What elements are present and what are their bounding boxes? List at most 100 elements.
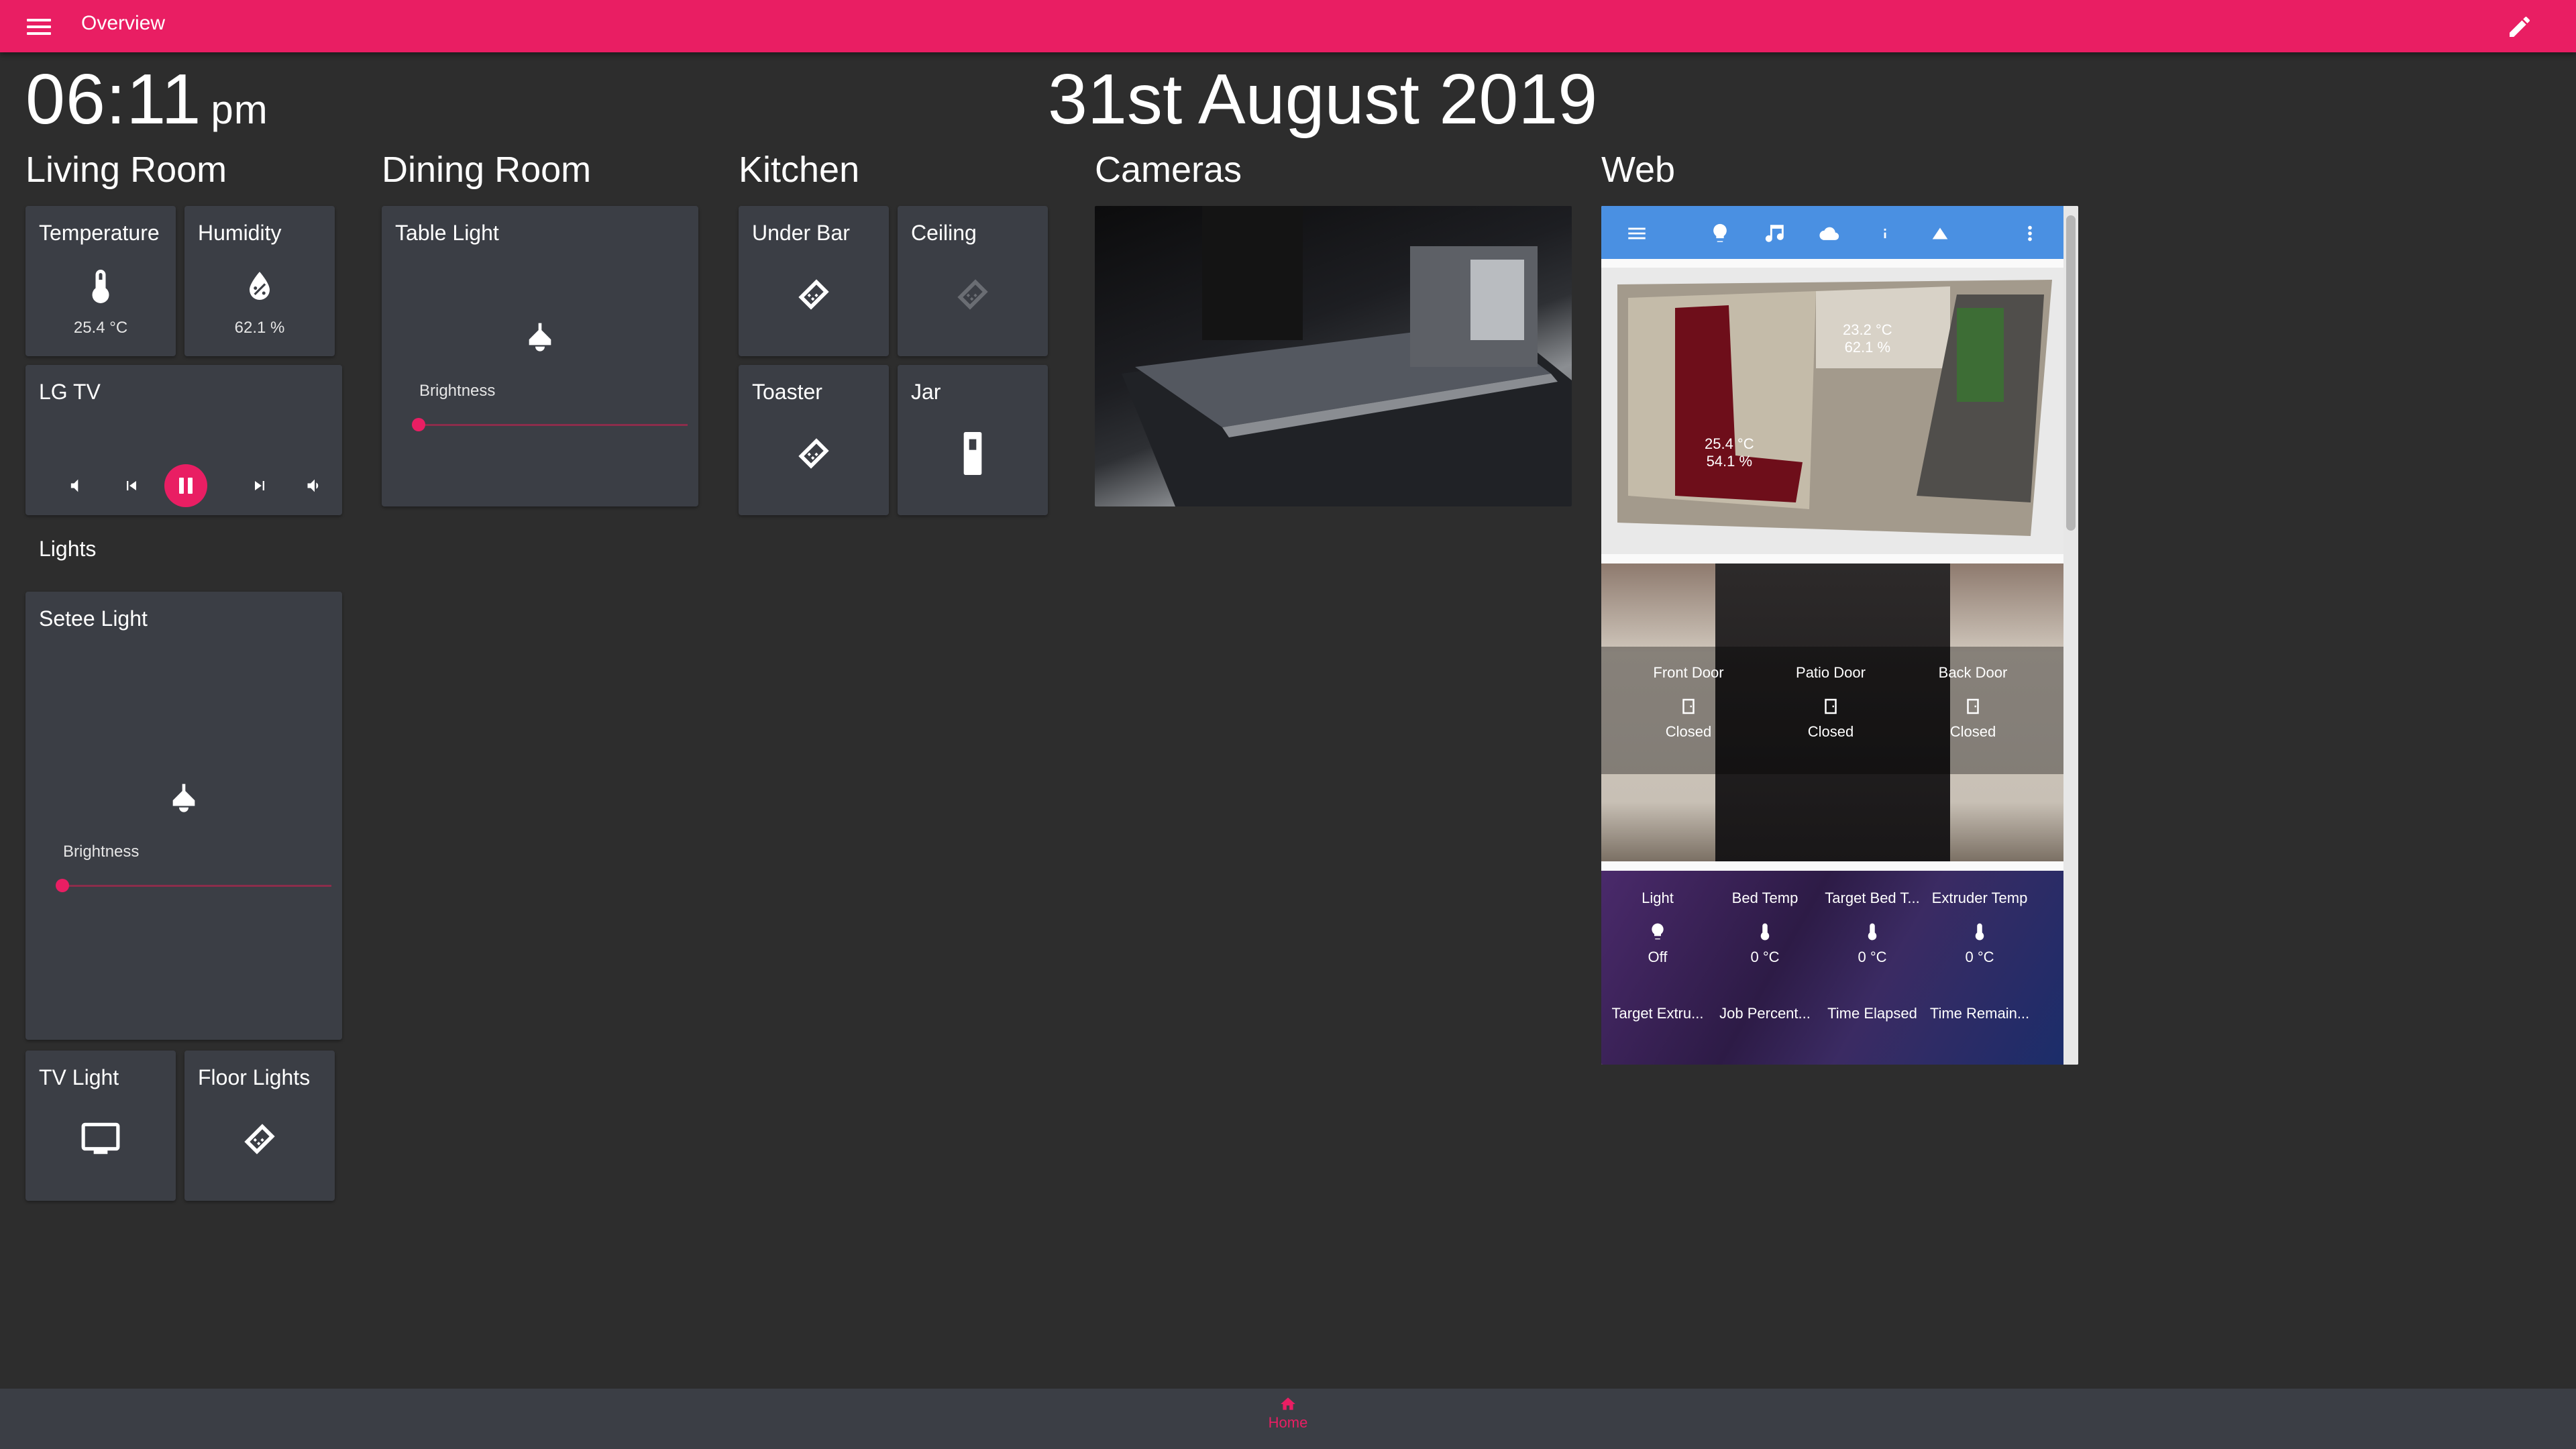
ceiling-light-icon[interactable] bbox=[165, 781, 203, 818]
setee-brightness-label: Brightness bbox=[63, 843, 140, 861]
jar-label: Jar bbox=[911, 380, 941, 404]
tv-light-label: TV Light bbox=[39, 1065, 119, 1089]
downstairs-temperature: 25.4 °C bbox=[1705, 435, 1754, 452]
light-label: Light bbox=[1642, 890, 1674, 906]
printer-3d-icon[interactable] bbox=[1929, 222, 1951, 245]
music-icon[interactable] bbox=[1764, 222, 1786, 245]
temperature-value: 25.4 °C bbox=[73, 319, 128, 337]
target-bed-temp-value: 0 °C bbox=[1858, 949, 1887, 965]
door-closed-icon bbox=[1967, 698, 1979, 714]
thermometer-icon bbox=[1868, 923, 1877, 941]
thermometer-icon bbox=[1760, 923, 1770, 941]
ceiling-light-icon[interactable] bbox=[521, 320, 559, 358]
weather-icon[interactable] bbox=[1819, 222, 1841, 245]
thermometer-icon bbox=[92, 270, 109, 303]
patio-door-label: Patio Door bbox=[1796, 664, 1866, 681]
water-percent-icon bbox=[250, 272, 270, 300]
bed-temp-entity[interactable]: Bed Temp 0 °C bbox=[1711, 890, 1819, 966]
extruder-temp-entity[interactable]: Extruder Temp 0 °C bbox=[1926, 890, 2033, 966]
front-door-state: Closed bbox=[1665, 723, 1712, 740]
setee-light-label: Setee Light bbox=[39, 606, 148, 631]
television-icon bbox=[81, 1122, 120, 1155]
more-vert-icon[interactable] bbox=[2019, 222, 2041, 245]
extruder-temp-value: 0 °C bbox=[1965, 949, 1994, 965]
clock: 06:11 pm bbox=[25, 59, 268, 140]
humidity-sensor-card[interactable]: Humidity 62.1 % bbox=[184, 206, 335, 356]
patio-door-state: Closed bbox=[1807, 723, 1854, 740]
temperature-sensor-card[interactable]: Temperature 25.4 °C bbox=[25, 206, 176, 356]
web-toolbar bbox=[1601, 206, 2063, 259]
back-door-label: Back Door bbox=[1938, 664, 2008, 681]
camera-feed-image[interactable] bbox=[1095, 206, 1572, 506]
ceiling-label: Ceiling bbox=[911, 221, 977, 245]
setee-brightness-track[interactable] bbox=[63, 885, 331, 887]
toaster-card[interactable]: Toaster bbox=[739, 365, 889, 515]
under-bar-card[interactable]: Under Bar bbox=[739, 206, 889, 356]
lights-section-label: Lights bbox=[39, 537, 97, 561]
upstairs-temperature: 23.2 °C bbox=[1843, 321, 1892, 338]
upstairs-climate: 23.2 °C 62.1 % bbox=[1843, 321, 1892, 356]
table-light-card[interactable]: Table Light Brightness bbox=[382, 206, 698, 506]
web-scrollbar[interactable] bbox=[2063, 206, 2078, 1065]
extruder-temp-label: Extruder Temp bbox=[1931, 890, 2028, 906]
web-title: Web bbox=[1601, 150, 1676, 190]
lightbulb-icon[interactable] bbox=[1709, 222, 1731, 245]
media-controls bbox=[25, 464, 342, 507]
switch-icon bbox=[963, 432, 982, 475]
ceiling-card[interactable]: Ceiling bbox=[898, 206, 1048, 356]
table-brightness-track[interactable] bbox=[419, 424, 688, 426]
pencil-icon[interactable] bbox=[2506, 13, 2533, 40]
setee-brightness-slider[interactable] bbox=[56, 879, 69, 892]
target-bed-temp-label: Target Bed T... bbox=[1825, 890, 1920, 906]
floorplan-image[interactable]: 23.2 °C 62.1 % 25.4 °C 54.1 % bbox=[1601, 268, 2063, 554]
jar-card[interactable]: Jar bbox=[898, 365, 1048, 515]
media-player-card[interactable]: LG TV bbox=[25, 365, 342, 515]
upstairs-humidity: 62.1 % bbox=[1844, 339, 1891, 356]
cameras-title: Cameras bbox=[1095, 150, 1242, 190]
target-bed-temp-entity[interactable]: Target Bed T... 0 °C bbox=[1819, 890, 1926, 966]
table-brightness-slider[interactable] bbox=[412, 418, 425, 431]
humidity-value: 62.1 % bbox=[234, 319, 285, 337]
skip-next-icon[interactable] bbox=[250, 476, 269, 495]
downstairs-climate: 25.4 °C 54.1 % bbox=[1705, 435, 1754, 470]
front-door-entity[interactable]: Front Door Closed bbox=[1621, 664, 1756, 741]
floor-lights-card[interactable]: Floor Lights bbox=[184, 1051, 335, 1201]
power-socket-icon bbox=[798, 438, 829, 469]
printer-panel: Light Off Bed Temp 0 °C Target Bed T... … bbox=[1601, 871, 2063, 1065]
pause-button[interactable] bbox=[164, 464, 207, 507]
dining-room-title: Dining Room bbox=[382, 150, 592, 190]
menu-icon[interactable] bbox=[1625, 222, 1648, 245]
time-remaining-entity[interactable]: Time Remain... bbox=[1926, 1005, 2033, 1022]
doors-panel: Front Door Closed Patio Door Closed Back… bbox=[1601, 564, 2063, 861]
tv-light-card[interactable]: TV Light bbox=[25, 1051, 176, 1201]
target-extruder-entity[interactable]: Target Extru... bbox=[1604, 1005, 1711, 1022]
camera-scene bbox=[1122, 206, 1572, 506]
back-door-entity[interactable]: Back Door Closed bbox=[1906, 664, 2040, 741]
patio-door-entity[interactable]: Patio Door Closed bbox=[1764, 664, 1898, 741]
power-socket-icon bbox=[798, 279, 829, 310]
app-header: Overview bbox=[0, 0, 2576, 52]
clock-ampm: pm bbox=[211, 87, 268, 132]
skip-previous-icon[interactable] bbox=[122, 476, 141, 495]
clock-time: 06:11 bbox=[25, 60, 202, 139]
info-icon[interactable] bbox=[1874, 222, 1896, 245]
web-iframe[interactable]: 23.2 °C 62.1 % 25.4 °C 54.1 % Front Door… bbox=[1601, 206, 2078, 1065]
volume-down-icon[interactable] bbox=[67, 476, 86, 495]
bottom-nav: Home bbox=[0, 1389, 2576, 1449]
job-percent-label: Job Percent... bbox=[1719, 1005, 1811, 1022]
table-light-label: Table Light bbox=[395, 221, 499, 245]
downstairs-humidity: 54.1 % bbox=[1706, 453, 1753, 470]
volume-up-icon[interactable] bbox=[305, 476, 324, 495]
job-percent-entity[interactable]: Job Percent... bbox=[1711, 1005, 1819, 1022]
menu-icon[interactable] bbox=[25, 15, 52, 38]
scrollbar-thumb[interactable] bbox=[2066, 215, 2076, 531]
under-bar-label: Under Bar bbox=[752, 221, 850, 245]
bed-temp-label: Bed Temp bbox=[1731, 890, 1799, 906]
setee-light-card[interactable]: Setee Light Brightness bbox=[25, 592, 342, 1040]
time-elapsed-entity[interactable]: Time Elapsed bbox=[1819, 1005, 1926, 1022]
floorplan-drawing bbox=[1617, 280, 2052, 536]
light-entity[interactable]: Light Off bbox=[1604, 890, 1711, 966]
door-closed-icon bbox=[1825, 698, 1837, 714]
home-icon bbox=[1281, 1397, 1295, 1410]
home-tab[interactable]: Home bbox=[1261, 1395, 1315, 1432]
